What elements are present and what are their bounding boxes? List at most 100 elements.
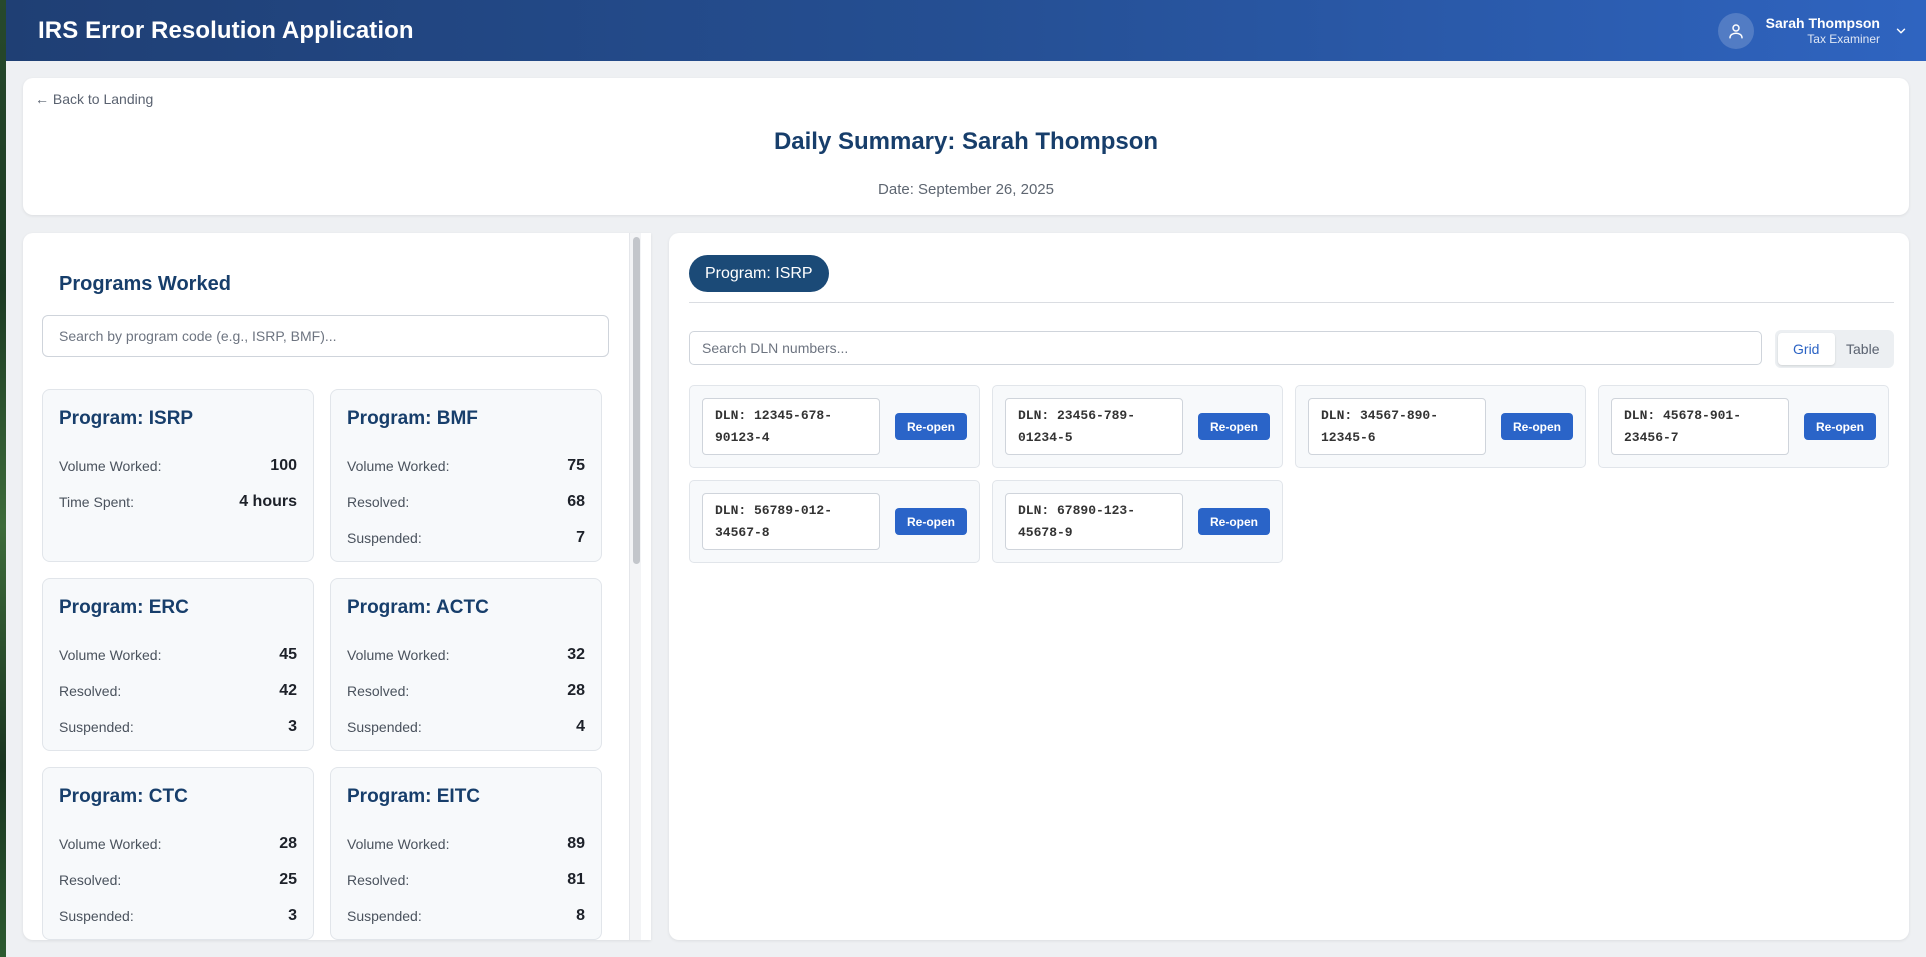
chevron-down-icon[interactable] xyxy=(1894,24,1908,38)
stat-label: Resolved: xyxy=(347,683,410,699)
top-navbar: IRS Error Resolution Application Sarah T… xyxy=(6,0,1926,61)
dln-card: DLN: 56789-012-34567-8 Re-open xyxy=(689,480,980,563)
selected-program-pill[interactable]: Program: ISRP xyxy=(689,255,829,292)
stat-value: 42 xyxy=(279,682,297,699)
stat-row: Time Spent: 4 hours xyxy=(59,484,297,520)
stat-row: Resolved: 42 xyxy=(59,673,297,709)
stat-row: Volume Worked: 75 xyxy=(347,448,585,484)
program-card-ctc[interactable]: Program: CTC Volume Worked: 28 Resolved:… xyxy=(42,767,314,940)
program-card-title: Program: ACTC xyxy=(347,597,489,618)
program-card-erc[interactable]: Program: ERC Volume Worked: 45 Resolved:… xyxy=(42,578,314,751)
dln-number: DLN: 23456-789-01234-5 xyxy=(1005,398,1183,455)
stat-row: Suspended: 3 xyxy=(59,898,297,934)
programs-panel: Programs Worked Program: ISRP Volume Wor… xyxy=(23,233,651,940)
reopen-button[interactable]: Re-open xyxy=(1198,413,1270,440)
dln-grid: DLN: 12345-678-90123-4 Re-open DLN: 2345… xyxy=(689,385,1889,563)
stat-row: Volume Worked: 32 xyxy=(347,637,585,673)
stat-label: Volume Worked: xyxy=(59,836,162,852)
stat-label: Resolved: xyxy=(347,872,410,888)
program-card-isrp[interactable]: Program: ISRP Volume Worked: 100 Time Sp… xyxy=(42,389,314,562)
program-card-bmf[interactable]: Program: BMF Volume Worked: 75 Resolved:… xyxy=(330,389,602,562)
program-card-title: Program: EITC xyxy=(347,786,481,807)
program-detail-panel: Program: ISRP Grid Table DLN: 12345-678-… xyxy=(669,233,1909,940)
program-cards-grid: Program: ISRP Volume Worked: 100 Time Sp… xyxy=(42,389,602,940)
view-toggle: Grid Table xyxy=(1775,330,1894,368)
grid-view-button[interactable]: Grid xyxy=(1778,333,1835,365)
reopen-button[interactable]: Re-open xyxy=(895,413,967,440)
program-card-title: Program: ERC xyxy=(59,597,189,618)
dln-number: DLN: 12345-678-90123-4 xyxy=(702,398,880,455)
stat-row: Volume Worked: 100 xyxy=(59,448,297,484)
stat-row: Resolved: 68 xyxy=(347,484,585,520)
stat-value: 7 xyxy=(576,529,585,546)
user-icon[interactable] xyxy=(1717,13,1754,49)
app-title: IRS Error Resolution Application xyxy=(38,17,414,44)
stat-label: Resolved: xyxy=(347,494,410,510)
user-role: Tax Examiner xyxy=(1807,32,1880,46)
divider xyxy=(689,302,1894,303)
user-info: Sarah Thompson Tax Examiner xyxy=(1766,15,1880,47)
stat-row: Volume Worked: 28 xyxy=(59,826,297,862)
stat-row: Volume Worked: 89 xyxy=(347,826,585,862)
stat-row: Resolved: 28 xyxy=(347,673,585,709)
stat-value: 45 xyxy=(279,646,297,663)
stat-value: 3 xyxy=(288,907,297,924)
dln-number: DLN: 56789-012-34567-8 xyxy=(702,493,880,550)
program-card-eitc[interactable]: Program: EITC Volume Worked: 89 Resolved… xyxy=(330,767,602,940)
stat-row: Resolved: 81 xyxy=(347,862,585,898)
dln-card: DLN: 23456-789-01234-5 Re-open xyxy=(992,385,1283,468)
stat-value: 89 xyxy=(567,835,585,852)
program-card-title: Program: BMF xyxy=(347,408,478,429)
stat-value: 75 xyxy=(567,457,585,474)
reopen-button[interactable]: Re-open xyxy=(1198,508,1270,535)
page-title: Daily Summary: Sarah Thompson xyxy=(773,128,1159,155)
dln-card: DLN: 34567-890-12345-6 Re-open xyxy=(1295,385,1586,468)
dln-number: DLN: 45678-901-23456-7 xyxy=(1611,398,1789,455)
stat-label: Resolved: xyxy=(59,872,122,888)
summary-date: Date: September 26, 2025 xyxy=(878,181,1054,198)
reopen-button[interactable]: Re-open xyxy=(1501,413,1573,440)
stat-value: 81 xyxy=(567,871,585,888)
stat-label: Time Spent: xyxy=(59,494,134,510)
dln-search-input[interactable] xyxy=(689,331,1762,365)
program-card-actc[interactable]: Program: ACTC Volume Worked: 32 Resolved… xyxy=(330,578,602,751)
stat-value: 32 xyxy=(567,646,585,663)
programs-section-title: Programs Worked xyxy=(59,273,231,295)
back-to-landing-link[interactable]: ← Back to Landing xyxy=(35,91,153,107)
dln-card: DLN: 45678-901-23456-7 Re-open xyxy=(1598,385,1889,468)
dln-card: DLN: 12345-678-90123-4 Re-open xyxy=(689,385,980,468)
stat-label: Suspended: xyxy=(59,908,134,924)
programs-scrollbar-thumb[interactable] xyxy=(633,237,640,564)
stat-row: Suspended: 8 xyxy=(347,898,585,934)
stat-label: Volume Worked: xyxy=(59,647,162,663)
table-view-button[interactable]: Table xyxy=(1835,333,1892,365)
stat-row: Suspended: 7 xyxy=(347,520,585,556)
program-card-title: Program: ISRP xyxy=(59,408,194,429)
stat-label: Suspended: xyxy=(59,719,134,735)
stat-label: Volume Worked: xyxy=(347,458,450,474)
dln-number: DLN: 34567-890-12345-6 xyxy=(1308,398,1486,455)
stat-label: Volume Worked: xyxy=(347,647,450,663)
stat-value: 68 xyxy=(567,493,585,510)
dln-number: DLN: 67890-123-45678-9 xyxy=(1005,493,1183,550)
stat-value: 8 xyxy=(576,907,585,924)
stat-value: 4 hours xyxy=(239,493,297,510)
stat-value: 3 xyxy=(288,718,297,735)
stat-value: 28 xyxy=(279,835,297,852)
stat-label: Suspended: xyxy=(347,719,422,735)
stat-value: 100 xyxy=(270,457,297,474)
user-menu[interactable]: Sarah Thompson Tax Examiner xyxy=(1717,12,1908,50)
programs-scrollbar[interactable] xyxy=(629,233,641,940)
summary-header-card: ← Back to Landing Daily Summary: Sarah T… xyxy=(23,78,1909,215)
stat-row: Volume Worked: 45 xyxy=(59,637,297,673)
program-search-input[interactable] xyxy=(42,315,609,357)
stat-value: 28 xyxy=(567,682,585,699)
reopen-button[interactable]: Re-open xyxy=(895,508,967,535)
app-window: IRS Error Resolution Application Sarah T… xyxy=(6,0,1926,957)
stat-row: Suspended: 3 xyxy=(59,709,297,745)
program-card-title: Program: CTC xyxy=(59,786,188,807)
stat-label: Suspended: xyxy=(347,530,422,546)
reopen-button[interactable]: Re-open xyxy=(1804,413,1876,440)
stat-value: 25 xyxy=(279,871,297,888)
stat-label: Volume Worked: xyxy=(59,458,162,474)
